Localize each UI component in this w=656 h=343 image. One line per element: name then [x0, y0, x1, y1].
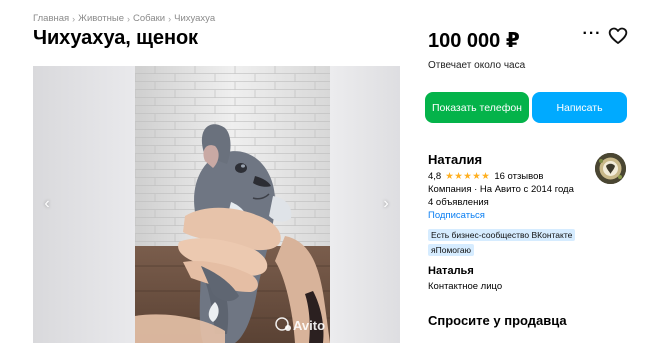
ask-seller-heading: Спросите у продавца	[428, 313, 567, 328]
breadcrumb-separator: ›	[168, 13, 172, 24]
photo-gallery[interactable]: Avito ‹ ›	[33, 66, 400, 343]
seller-tag-help: яПомогаю	[428, 244, 475, 256]
seller-rating: 4,8 ★★★★★ 16 отзывов	[428, 171, 543, 182]
breadcrumb-animals[interactable]: Животные	[78, 13, 124, 24]
main-photo[interactable]: Avito	[135, 66, 330, 343]
show-phone-button[interactable]: Показать телефон	[425, 92, 529, 123]
star-icons: ★★★★★	[445, 171, 491, 182]
chevron-left-icon[interactable]: ‹	[39, 194, 55, 214]
seller-name[interactable]: Наталия	[428, 152, 482, 167]
puppy-photo-image: Avito	[135, 66, 330, 343]
breadcrumb-separator: ›	[126, 13, 130, 24]
heart-icon[interactable]	[608, 26, 628, 46]
more-horizontal-icon[interactable]: ···	[582, 26, 602, 44]
breadcrumb-chihuahua[interactable]: Чихуахуа	[174, 13, 215, 24]
watermark-text: Avito	[293, 318, 325, 333]
breadcrumb-dogs[interactable]: Собаки	[133, 13, 165, 24]
price: 100 000 ₽	[428, 30, 520, 52]
contact-role: Контактное лицо	[428, 281, 503, 292]
page-title: Чихуахуа, щенок	[33, 27, 198, 49]
seller-tag-vk: Есть бизнес-сообщество ВКонтакте	[428, 229, 576, 241]
contact-name: Наталья	[428, 265, 474, 277]
breadcrumb: Главная › Животные › Собаки › Чихуахуа	[33, 13, 215, 24]
write-message-button[interactable]: Написать	[532, 92, 627, 123]
rating-value: 4,8	[428, 171, 442, 182]
seller-meta: Компания · На Авито с 2014 года	[428, 184, 574, 195]
subscribe-link[interactable]: Подписаться	[428, 210, 485, 221]
breadcrumb-separator: ›	[72, 13, 76, 24]
seller-ads-count[interactable]: 4 объявления	[428, 197, 489, 208]
breadcrumb-home[interactable]: Главная	[33, 13, 69, 24]
reply-time: Отвечает около часа	[428, 60, 526, 71]
chevron-right-icon[interactable]: ›	[378, 194, 394, 214]
avatar[interactable]	[595, 153, 626, 184]
reviews-link[interactable]: 16 отзывов	[494, 171, 543, 182]
